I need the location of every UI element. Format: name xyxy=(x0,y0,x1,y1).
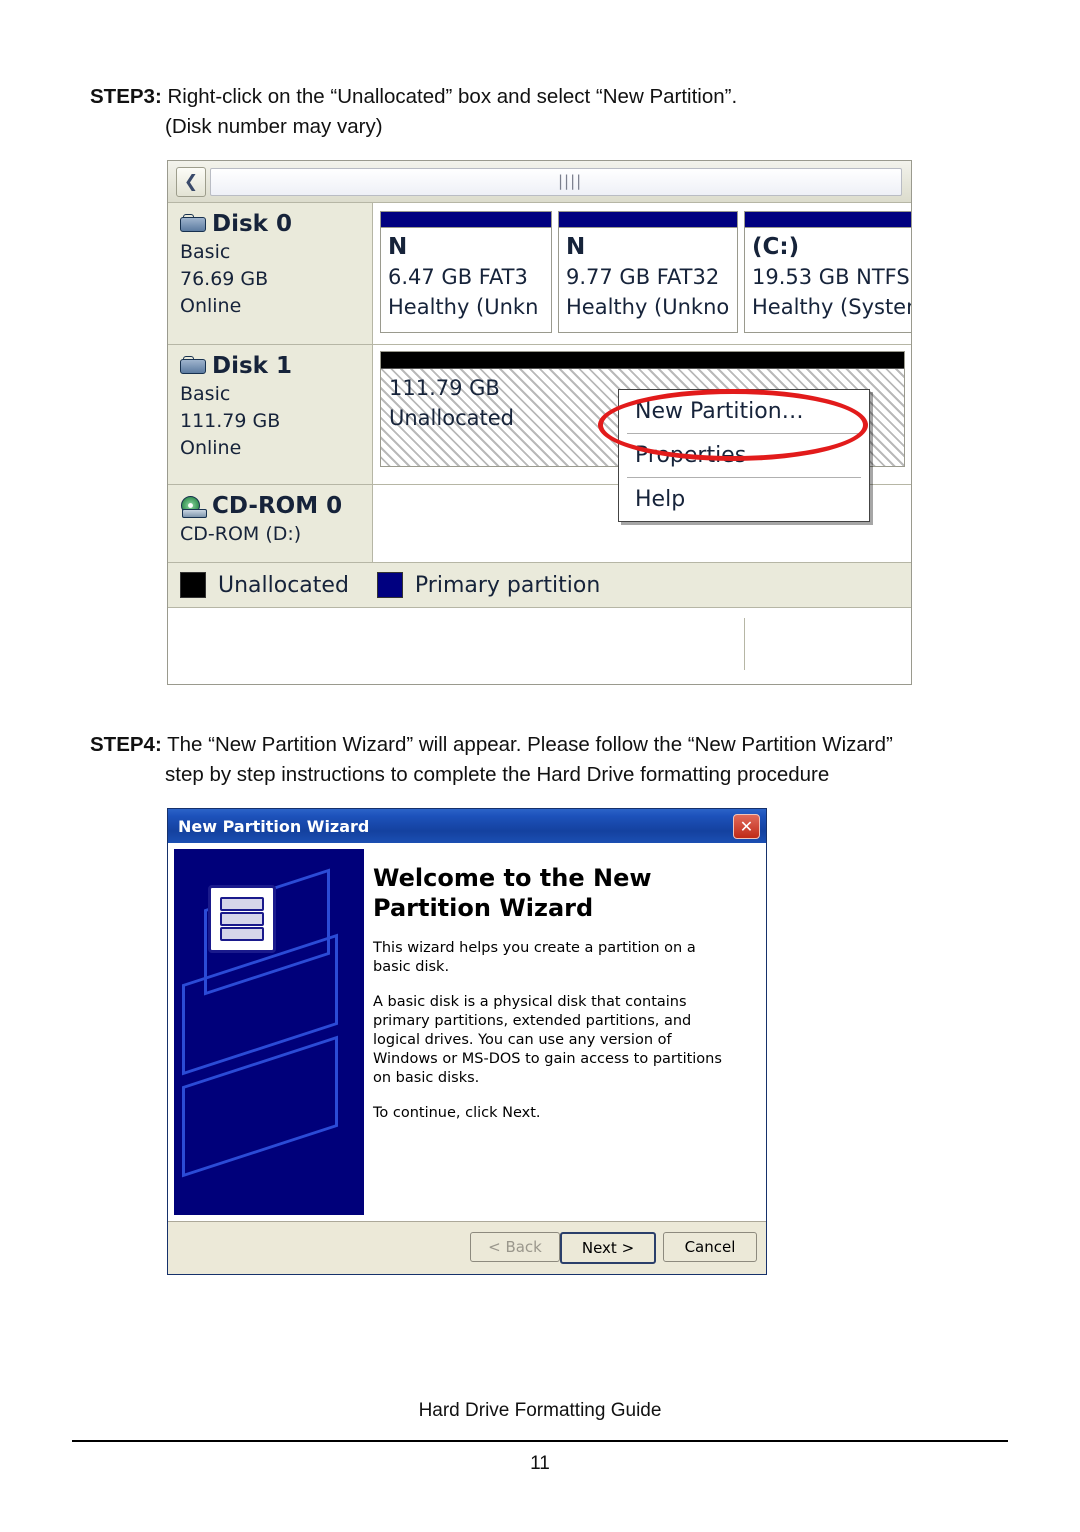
new-partition-wizard-window: New Partition Wizard ✕ Welcome to the Ne… xyxy=(167,808,767,1275)
cdrom-title-wrap: CD-ROM 0 xyxy=(180,493,372,519)
disk-0-status: Online xyxy=(180,295,242,317)
menu-item-new-partition[interactable]: New Partition… xyxy=(619,390,869,433)
disk-1-name: Disk 1 xyxy=(212,353,292,379)
volume-1-text: N 9.77 GB FAT32 Healthy (Unkno xyxy=(559,228,737,322)
volume-1-health: Healthy (Unkno xyxy=(566,295,730,319)
disk-1-status: Online xyxy=(180,437,242,459)
wizard-titlebar: New Partition Wizard ✕ xyxy=(168,809,766,843)
disk-0-info: Disk 0 Basic 76.69 GB Online xyxy=(168,203,373,344)
unallocated-cap xyxy=(381,352,904,369)
disk-1-size: 111.79 GB xyxy=(180,410,281,432)
step3-line2: (Disk number may vary) xyxy=(165,115,383,138)
volume-0[interactable]: N 6.47 GB FAT3 Healthy (Unkn xyxy=(380,211,552,333)
step4-label: STEP4: xyxy=(90,733,162,756)
menu-item-properties[interactable]: Properties xyxy=(619,434,869,477)
close-icon[interactable]: ✕ xyxy=(733,814,760,839)
back-icon[interactable]: ❮ xyxy=(176,167,206,197)
hard-disk-icon xyxy=(180,214,206,234)
volume-0-text: N 6.47 GB FAT3 Healthy (Unkn xyxy=(381,228,551,322)
wizard-footer: < Back Next > Cancel xyxy=(168,1221,766,1274)
disk-0-volumes: N 6.47 GB FAT3 Healthy (Unkn N 9.77 GB F… xyxy=(374,203,911,344)
page-number: 11 xyxy=(530,1453,550,1474)
wizard-paragraph-1: This wizard helps you create a partition… xyxy=(373,940,696,975)
wizard-content: Welcome to the New Partition Wizard This… xyxy=(373,849,758,1139)
cdrom-letter: CD-ROM (D:) xyxy=(180,523,302,545)
wizard-paragraph-2: A basic disk is a physical disk that con… xyxy=(373,994,722,1086)
disk-0-title-wrap: Disk 0 xyxy=(180,211,372,237)
hard-disk-icon xyxy=(180,356,206,376)
step3-label: STEP3: xyxy=(90,85,162,108)
step4-line2: step by step instructions to complete th… xyxy=(165,763,830,786)
legend-swatch-unallocated xyxy=(180,572,206,598)
legend-label-primary: Primary partition xyxy=(414,572,601,598)
wizard-body: Welcome to the New Partition Wizard This… xyxy=(168,843,766,1221)
volume-2-health: Healthy (System xyxy=(752,295,912,319)
volume-0-cap xyxy=(381,212,551,228)
step4-line1: The “New Partition Wizard” will appear. … xyxy=(161,733,893,756)
volume-1-name: N xyxy=(566,234,586,260)
disk-0-size: 76.69 GB xyxy=(180,268,269,290)
context-menu[interactable]: New Partition… Properties Help xyxy=(618,389,870,522)
cd-rom-icon xyxy=(180,495,207,518)
disk-0-name: Disk 0 xyxy=(212,211,292,237)
cancel-button[interactable]: Cancel xyxy=(663,1232,757,1262)
volume-1-size: 9.77 GB FAT32 xyxy=(566,265,720,289)
volume-1[interactable]: N 9.77 GB FAT32 Healthy (Unkno xyxy=(558,211,738,333)
partition-wizard-icon xyxy=(208,885,276,953)
volume-2-size: 19.53 GB NTFS xyxy=(752,265,910,289)
step3-line1: Right-click on the “Unallocated” box and… xyxy=(161,85,738,108)
step4-instruction: STEP4: The “New Partition Wizard” will a… xyxy=(90,730,1010,790)
toolbar-strip xyxy=(210,168,902,196)
volume-2-cap xyxy=(745,212,911,228)
volume-2-name: (C:) xyxy=(752,234,800,260)
disk-1-info: Disk 1 Basic 111.79 GB Online xyxy=(168,345,373,484)
menu-item-help[interactable]: Help xyxy=(619,478,869,521)
step3-instruction: STEP3: Right-click on the “Unallocated” … xyxy=(90,82,1010,142)
disk-management-toolbar: ❮ |||| xyxy=(168,161,911,203)
disk-row-0[interactable]: Disk 0 Basic 76.69 GB Online N 6.47 GB F… xyxy=(168,203,911,345)
cdrom-info: CD-ROM 0 CD-ROM (D:) xyxy=(168,485,373,562)
footer-divider xyxy=(72,1440,1008,1442)
legend-label-unallocated: Unallocated xyxy=(218,572,349,598)
wizard-banner xyxy=(174,849,364,1215)
volume-0-health: Healthy (Unkn xyxy=(388,295,539,319)
wizard-title-text: New Partition Wizard xyxy=(178,816,370,836)
disk-management-statusbar xyxy=(168,608,911,684)
disk-1-type: Basic xyxy=(180,383,231,405)
cdrom-name: CD-ROM 0 xyxy=(212,493,343,519)
grip-icon[interactable]: |||| xyxy=(558,173,581,189)
footer-text: Hard Drive Formatting Guide xyxy=(418,1400,662,1421)
volume-2-text: (C:) 19.53 GB NTFS Healthy (System xyxy=(745,228,912,322)
disk-0-type: Basic xyxy=(180,241,231,263)
disk-1-title-wrap: Disk 1 xyxy=(180,353,372,379)
disk-legend: Unallocated Primary partition xyxy=(168,563,911,608)
legend-swatch-primary xyxy=(376,572,403,598)
statusbar-divider xyxy=(744,618,745,670)
volume-0-name: N xyxy=(388,234,408,260)
wizard-heading: Welcome to the New Partition Wizard xyxy=(373,864,652,922)
volume-0-size: 6.47 GB FAT3 xyxy=(388,265,528,289)
disk-management-screenshot: ❮ |||| Disk 0 Basic 76.69 GB Online N 6.… xyxy=(167,160,912,685)
back-button[interactable]: < Back xyxy=(470,1232,560,1262)
wizard-paragraph-3: To continue, click Next. xyxy=(373,1105,541,1121)
next-button[interactable]: Next > xyxy=(560,1232,656,1264)
volume-1-cap xyxy=(559,212,737,228)
volume-2[interactable]: (C:) 19.53 GB NTFS Healthy (System xyxy=(744,211,912,333)
